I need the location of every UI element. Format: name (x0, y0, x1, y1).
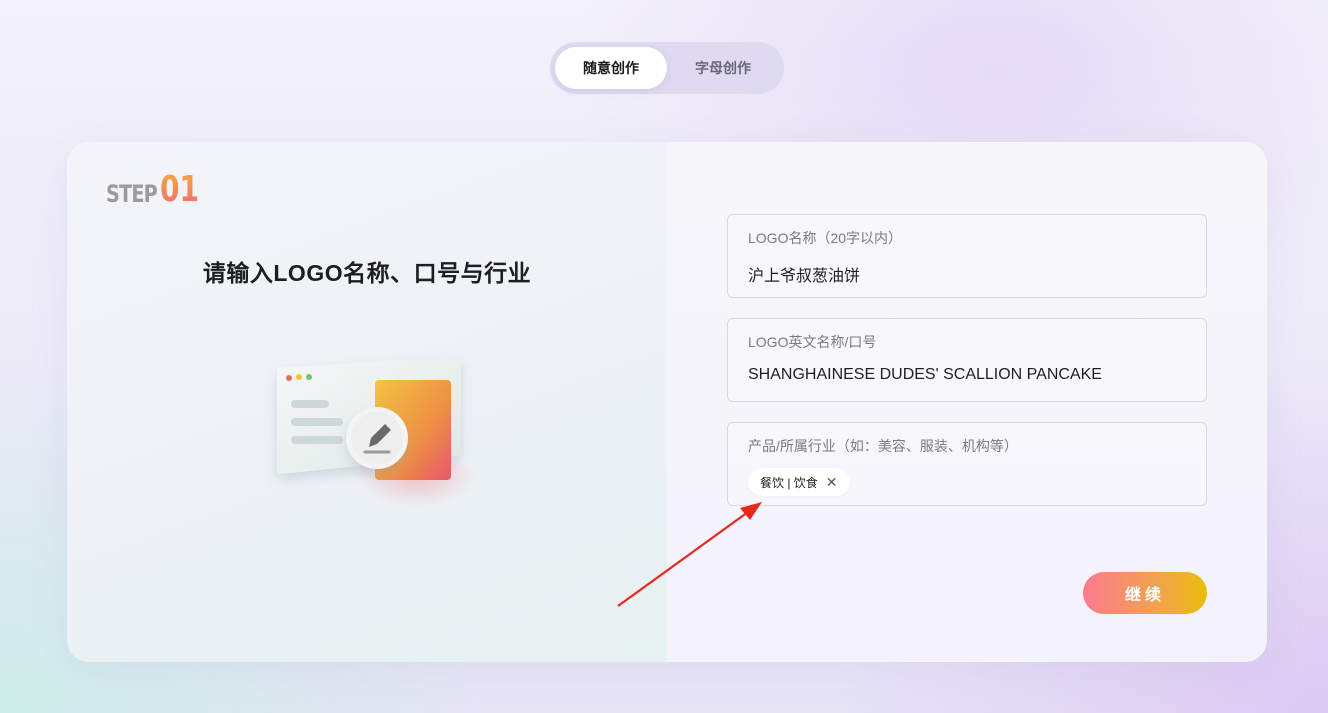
form-panel: LOGO名称（20字以内） 沪上爷叔葱油饼 LOGO英文名称/口号 SHANGH… (667, 142, 1267, 662)
logo-editor-illustration (277, 356, 477, 507)
tab-free-creation[interactable]: 随意创作 (555, 47, 667, 89)
page-title: 请输入LOGO名称、口号与行业 (202, 260, 532, 286)
intro-panel: STEP 01 请输入LOGO名称、口号与行业 (67, 142, 667, 662)
tab-letter-creation[interactable]: 字母创作 (667, 47, 779, 89)
step-word: STEP (106, 180, 158, 208)
logo-slogan-input[interactable]: SHANGHAINESE DUDES' SCALLION PANCAKE (748, 366, 1186, 384)
industry-field[interactable]: 产品/所属行业（如：美容、服装、机构等） 餐饮 | 饮食 ✕ (727, 422, 1207, 506)
logo-slogan-label: LOGO英文名称/口号 (748, 334, 877, 350)
step-card: STEP 01 请输入LOGO名称、口号与行业 LOGO名称（20字以内） 沪上… (67, 142, 1267, 662)
step-number: 01 (159, 169, 199, 210)
logo-slogan-field[interactable]: LOGO英文名称/口号 SHANGHAINESE DUDES' SCALLION… (727, 318, 1207, 402)
continue-button[interactable]: 继续 (1083, 572, 1207, 614)
logo-name-input[interactable]: 沪上爷叔葱油饼 (748, 262, 1186, 286)
close-icon[interactable]: ✕ (826, 475, 838, 489)
logo-name-field[interactable]: LOGO名称（20字以内） 沪上爷叔葱油饼 (727, 214, 1207, 298)
step-indicator: STEP 01 (106, 169, 210, 210)
mode-toggle: 随意创作 字母创作 (550, 42, 784, 94)
industry-tag-label: 餐饮 | 饮食 (760, 475, 818, 490)
industry-tag: 餐饮 | 饮食 ✕ (748, 468, 850, 496)
logo-name-label: LOGO名称（20字以内） (748, 230, 903, 246)
industry-label: 产品/所属行业（如：美容、服装、机构等） (748, 438, 1018, 454)
